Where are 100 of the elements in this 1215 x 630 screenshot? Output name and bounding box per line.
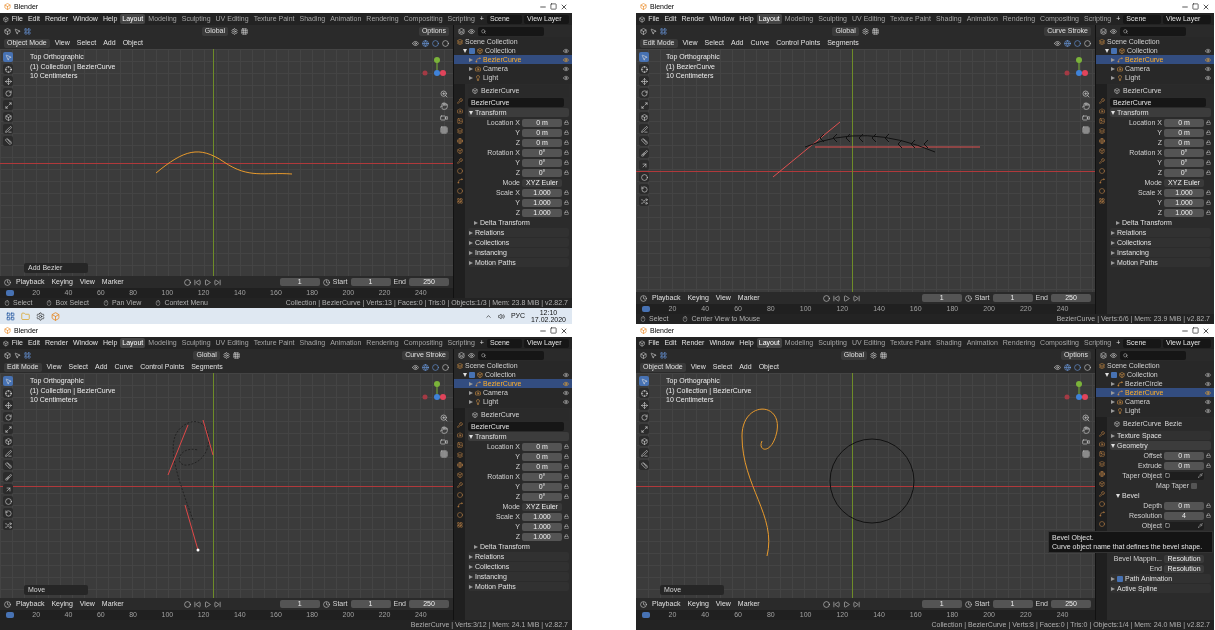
lock-icon[interactable] — [564, 454, 569, 459]
lock-icon[interactable] — [564, 200, 569, 205]
eye-icon[interactable] — [563, 389, 569, 396]
play-icon[interactable] — [204, 600, 212, 608]
record-icon[interactable] — [823, 294, 831, 302]
lock-icon[interactable] — [1206, 120, 1211, 125]
select-tool-icon[interactable] — [14, 351, 21, 359]
jump-start-icon[interactable] — [833, 600, 841, 608]
eye-icon[interactable] — [1205, 380, 1211, 387]
lock-icon[interactable] — [1206, 170, 1211, 175]
lock-icon[interactable] — [1206, 160, 1211, 165]
jump-end-icon[interactable] — [853, 294, 861, 302]
select-tool-icon[interactable] — [3, 52, 13, 62]
cursor-icon[interactable] — [639, 64, 649, 74]
checkbox[interactable] — [1111, 47, 1117, 54]
rotate-icon[interactable] — [3, 412, 13, 422]
lock-icon[interactable] — [564, 524, 569, 529]
maximize-icon[interactable] — [550, 327, 557, 334]
jump-start-icon[interactable] — [194, 600, 202, 608]
lock-icon[interactable] — [564, 160, 569, 165]
camera-view-icon[interactable] — [1081, 113, 1090, 122]
checkbox[interactable] — [1111, 371, 1117, 378]
rotate-icon[interactable] — [639, 412, 649, 422]
pan-icon[interactable] — [439, 101, 448, 110]
select-tool-icon[interactable] — [3, 376, 13, 386]
snap-icon[interactable] — [880, 351, 888, 359]
lock-icon[interactable] — [564, 534, 569, 539]
lock-icon[interactable] — [564, 464, 569, 469]
lock-icon[interactable] — [564, 190, 569, 195]
search-field[interactable] — [1120, 350, 1186, 360]
expand-arrow-icon[interactable] — [469, 399, 473, 404]
clock-icon[interactable] — [964, 600, 972, 608]
lock-icon[interactable] — [564, 474, 569, 479]
scale-icon[interactable] — [3, 100, 13, 110]
move-icon[interactable] — [3, 400, 13, 410]
eye-icon[interactable] — [563, 398, 569, 405]
lock-icon[interactable] — [1206, 200, 1211, 205]
lock-icon[interactable] — [1206, 190, 1211, 195]
maximize-icon[interactable] — [1192, 327, 1199, 334]
lock-icon[interactable] — [1206, 130, 1211, 135]
grid-icon[interactable] — [439, 125, 448, 134]
rotate-icon[interactable] — [639, 88, 649, 98]
snap-icon[interactable] — [232, 351, 240, 359]
snap-icon[interactable] — [871, 27, 879, 35]
start-icon[interactable] — [6, 311, 15, 321]
expand-arrow-icon[interactable] — [1111, 399, 1115, 404]
search-field[interactable] — [1120, 26, 1186, 36]
playhead[interactable] — [6, 612, 14, 618]
draw-icon[interactable] — [3, 472, 13, 482]
select-mode-icon[interactable] — [660, 27, 667, 35]
maximize-icon[interactable] — [1192, 3, 1199, 10]
eye-icon[interactable] — [563, 65, 569, 72]
visibility-icon[interactable] — [412, 363, 419, 371]
search-field[interactable] — [478, 26, 544, 36]
cursor-icon[interactable] — [639, 388, 649, 398]
eye-icon[interactable] — [563, 380, 569, 387]
select-mode-icon[interactable] — [660, 351, 667, 359]
annotate-icon[interactable] — [639, 124, 649, 134]
jump-end-icon[interactable] — [214, 278, 222, 286]
zoom-icon[interactable] — [439, 413, 448, 422]
select-tool-icon[interactable] — [639, 52, 649, 62]
annotate-icon[interactable] — [639, 448, 649, 458]
play-icon[interactable] — [843, 294, 851, 302]
select-tool-icon[interactable] — [650, 351, 657, 359]
lock-icon[interactable] — [1206, 210, 1211, 215]
lock-icon[interactable] — [564, 514, 569, 519]
select-tool-icon[interactable] — [14, 27, 21, 35]
playhead[interactable] — [642, 612, 650, 618]
move-icon[interactable] — [639, 76, 649, 86]
lock-icon[interactable] — [1206, 453, 1211, 458]
annotate-icon[interactable] — [3, 448, 13, 458]
object-field[interactable] — [1164, 471, 1204, 480]
eyedropper-icon[interactable] — [1198, 523, 1203, 528]
eye-icon[interactable] — [1205, 407, 1211, 414]
move-icon[interactable] — [3, 76, 13, 86]
camera-view-icon[interactable] — [439, 113, 448, 122]
measure-icon[interactable] — [639, 136, 649, 146]
select-tool-icon[interactable] — [639, 376, 649, 386]
lock-icon[interactable] — [564, 494, 569, 499]
pan-icon[interactable] — [1081, 101, 1090, 110]
lock-icon[interactable] — [1206, 140, 1211, 145]
lock-icon[interactable] — [1206, 503, 1211, 508]
checkbox[interactable] — [1117, 575, 1123, 582]
camera-view-icon[interactable] — [1081, 437, 1090, 446]
eye-icon[interactable] — [563, 371, 569, 378]
close-icon[interactable] — [560, 326, 568, 335]
checkbox[interactable] — [469, 371, 475, 378]
pan-icon[interactable] — [1081, 425, 1090, 434]
expand-arrow-icon[interactable] — [1111, 66, 1115, 71]
visibility-icon[interactable] — [412, 39, 419, 47]
jump-end-icon[interactable] — [214, 600, 222, 608]
annotate-icon[interactable] — [3, 124, 13, 134]
record-icon[interactable] — [184, 600, 192, 608]
lock-icon[interactable] — [564, 130, 569, 135]
eye-icon[interactable] — [1205, 47, 1211, 54]
lock-icon[interactable] — [564, 210, 569, 215]
lock-icon[interactable] — [564, 120, 569, 125]
zoom-icon[interactable] — [1081, 89, 1090, 98]
close-icon[interactable] — [560, 2, 568, 11]
expand-arrow-icon[interactable] — [1111, 75, 1115, 80]
